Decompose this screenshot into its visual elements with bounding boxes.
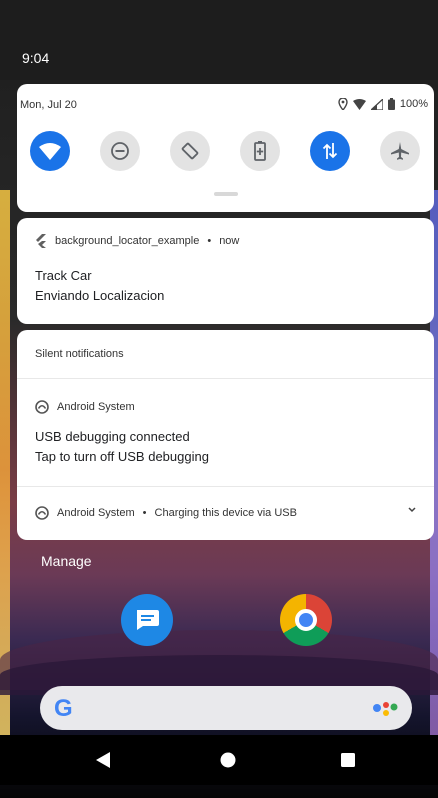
airplane-mode-tile[interactable] — [380, 131, 420, 171]
back-icon[interactable] — [95, 752, 111, 768]
notification-header: Android System — [35, 400, 135, 414]
chrome-center — [295, 609, 317, 631]
status-clock: 9:04 — [22, 50, 50, 66]
notification-summary: Charging this device via USB — [154, 507, 297, 519]
notification-title: USB debugging connected — [35, 429, 190, 444]
notification-title: Track Car — [35, 268, 92, 283]
notification-card[interactable]: background_locator_example • now Track C… — [17, 218, 434, 324]
do-not-disturb-icon — [111, 142, 129, 160]
home-icon[interactable] — [220, 752, 236, 768]
mobile-data-tile[interactable] — [310, 131, 350, 171]
battery-saver-icon — [254, 141, 266, 161]
silent-notifications-header: Silent notifications — [35, 348, 124, 360]
battery-percent: 100% — [399, 98, 428, 110]
messages-app-icon[interactable] — [121, 594, 173, 646]
wifi-tile[interactable] — [30, 131, 70, 171]
chrome-app-icon[interactable] — [280, 594, 332, 646]
battery-icon — [387, 98, 395, 110]
notification-header: background_locator_example • now — [35, 234, 239, 248]
notification-text: Tap to turn off USB debugging — [35, 449, 209, 464]
battery-saver-tile[interactable] — [240, 131, 280, 171]
silent-notifications-card: Silent notifications Android System USB … — [17, 330, 434, 540]
flutter-icon — [36, 234, 46, 248]
location-icon — [338, 98, 348, 110]
separator-dot: • — [207, 235, 212, 247]
qs-status-icons: 100% — [338, 98, 428, 110]
notification-text: Enviando Localizacion — [35, 288, 165, 303]
qs-tiles — [30, 131, 420, 171]
divider — [17, 378, 434, 379]
navigation-bar — [0, 735, 438, 785]
android-system-icon — [35, 400, 49, 414]
notification-app-name: background_locator_example — [55, 235, 200, 247]
qs-expand-handle[interactable] — [214, 192, 238, 196]
auto-rotate-icon — [181, 142, 199, 160]
qs-date[interactable]: Mon, Jul 20 — [20, 99, 77, 111]
quick-settings-panel: Mon, Jul 20 100% — [17, 84, 434, 212]
android-system-icon — [35, 506, 49, 520]
message-bubble-icon — [137, 610, 159, 630]
auto-rotate-tile[interactable] — [170, 131, 210, 171]
mobile-data-icon — [322, 143, 338, 159]
notification-app-name: Android System — [57, 507, 135, 519]
dnd-tile[interactable] — [100, 131, 140, 171]
assistant-icon[interactable] — [372, 699, 398, 717]
recents-icon[interactable] — [340, 752, 356, 768]
chevron-down-icon[interactable] — [408, 507, 416, 513]
notification-app-name: Android System — [57, 401, 135, 413]
divider — [17, 486, 434, 487]
google-logo: G — [54, 695, 73, 722]
wifi-signal-icon — [352, 98, 366, 110]
wifi-icon — [39, 142, 61, 160]
separator-dot: • — [142, 507, 147, 519]
airplane-icon — [391, 142, 409, 160]
status-bar: 9:04 — [0, 0, 438, 80]
google-search-bar[interactable]: G — [40, 686, 412, 730]
notification-time: now — [219, 235, 240, 247]
manage-button[interactable]: Manage — [41, 553, 92, 569]
notification-header: Android System • Charging this device vi… — [35, 506, 297, 520]
cell-signal-icon — [370, 98, 383, 110]
